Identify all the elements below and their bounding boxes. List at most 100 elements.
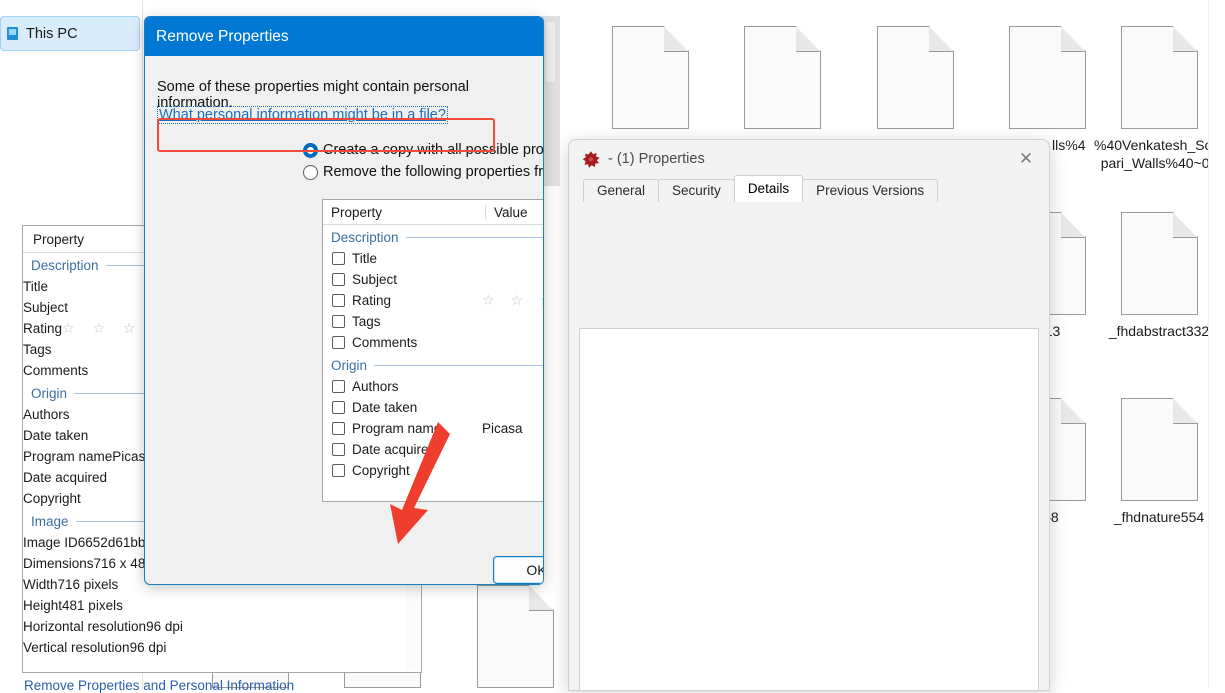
- property-checkbox[interactable]: [332, 401, 345, 414]
- file-page-icon: [1121, 26, 1198, 129]
- property-group-label: Origin: [331, 358, 367, 373]
- property-row: Horizontal resolution96 dpi: [23, 616, 421, 637]
- property-checkbox[interactable]: [332, 273, 345, 286]
- properties-titlebar[interactable]: - (1) Properties ✕: [569, 140, 1049, 178]
- property-group-header: Description: [323, 225, 544, 248]
- property-value: 481 pixels: [62, 598, 123, 613]
- property-name: Date acquired: [23, 470, 107, 485]
- property-name: Vertical resolution: [23, 640, 130, 655]
- property-group-label: Origin: [31, 386, 67, 401]
- properties-tabs[interactable]: GeneralSecurityDetailsPrevious Versions: [583, 178, 1049, 202]
- property-name: Date acquired: [352, 442, 482, 457]
- radio-remove-following[interactable]: Remove the following properties from thi…: [303, 164, 544, 180]
- sidebar-item-this-pc[interactable]: This PC: [0, 16, 140, 51]
- group-divider: [406, 237, 544, 238]
- property-row[interactable]: Rating☆ ☆ ☆ ☆ ☆: [323, 290, 544, 311]
- file-page-icon: [1121, 398, 1198, 501]
- property-value: 96 dpi: [146, 619, 183, 634]
- removable-rows-container: DescriptionTitleSubjectRating☆ ☆ ☆ ☆ ☆Ta…: [323, 225, 544, 481]
- file-tile-label: %40Venkatesh_Sompari_Walls%40~06: [1093, 136, 1225, 172]
- property-row[interactable]: Date taken: [323, 397, 544, 418]
- property-name: Date taken: [23, 428, 88, 443]
- file-page-icon: [1121, 212, 1198, 315]
- property-name: Tags: [352, 314, 482, 329]
- sidebar-item-label: This PC: [26, 26, 78, 42]
- property-name: Comments: [352, 335, 482, 350]
- radio-create-copy-indicator[interactable]: [303, 143, 318, 158]
- ok-button[interactable]: OK: [493, 556, 544, 584]
- property-checkbox[interactable]: [332, 380, 345, 393]
- file-tile[interactable]: [716, 26, 848, 136]
- property-group-label: Description: [31, 258, 99, 273]
- property-name: Authors: [352, 379, 482, 394]
- property-row[interactable]: Authors: [323, 376, 544, 397]
- properties-window[interactable]: - (1) Properties ✕ GeneralSecurityDetail…: [568, 139, 1050, 691]
- property-name: Tags: [23, 342, 52, 357]
- property-name: Program name: [352, 421, 482, 436]
- radio-create-copy[interactable]: Create a copy with all possible properti…: [303, 142, 544, 158]
- file-page-icon: [477, 585, 554, 688]
- remove-properties-dialog[interactable]: Remove Properties Some of these properti…: [144, 16, 544, 585]
- close-icon[interactable]: ✕: [1003, 140, 1049, 178]
- property-row[interactable]: Comments: [323, 332, 544, 353]
- property-row[interactable]: Date acquired: [323, 439, 544, 460]
- property-value: 716 pixels: [58, 577, 119, 592]
- property-group-label: Image: [31, 514, 69, 529]
- file-tile-label: _fhdnature554: [1093, 508, 1225, 526]
- property-checkbox[interactable]: [332, 252, 345, 265]
- tab-general[interactable]: General: [583, 179, 659, 202]
- property-row[interactable]: Subject: [323, 269, 544, 290]
- file-tile[interactable]: _fhdabstract332: [1093, 212, 1225, 340]
- explorer-vertical-scrollbar[interactable]: [1208, 0, 1225, 689]
- property-name: Comments: [23, 363, 88, 378]
- property-row[interactable]: Tags: [323, 311, 544, 332]
- file-tile-label: _fhdabstract332: [1093, 322, 1225, 340]
- radio-remove-following-label: Remove the following properties from thi…: [323, 164, 544, 180]
- property-checkbox[interactable]: [332, 315, 345, 328]
- file-tile[interactable]: [849, 26, 981, 136]
- file-tile[interactable]: _fhdnature554: [1093, 398, 1225, 526]
- property-name: Title: [352, 251, 482, 266]
- remove-properties-link[interactable]: Remove Properties and Personal Informati…: [24, 678, 294, 693]
- what-personal-information-link[interactable]: What personal information might be in a …: [157, 106, 448, 124]
- property-row[interactable]: Program namePicasa: [323, 418, 544, 439]
- removable-properties-list[interactable]: Property Value DescriptionTitleSubjectRa…: [322, 199, 544, 502]
- property-name: Dimensions: [23, 556, 94, 571]
- property-checkbox[interactable]: [332, 336, 345, 349]
- explorer-list-scrollbar-thumb[interactable]: [546, 22, 555, 82]
- property-name: Date taken: [352, 400, 482, 415]
- property-row: Vertical resolution96 dpi: [23, 637, 421, 658]
- rating-stars: ☆ ☆ ☆ ☆ ☆: [482, 292, 544, 309]
- property-checkbox[interactable]: [332, 422, 345, 435]
- property-name: Rating: [23, 321, 62, 336]
- property-checkbox[interactable]: [332, 294, 345, 307]
- remove-properties-title: Remove Properties: [145, 17, 543, 56]
- property-name: Copyright: [352, 463, 482, 478]
- tab-details[interactable]: Details: [734, 175, 803, 202]
- property-name: Authors: [23, 407, 70, 422]
- group-divider: [374, 365, 544, 366]
- property-value: 96 dpi: [130, 640, 167, 655]
- properties-window-title: - (1) Properties: [608, 151, 705, 167]
- property-row[interactable]: Title: [323, 248, 544, 269]
- property-checkbox[interactable]: [332, 443, 345, 456]
- file-page-icon: [877, 26, 954, 129]
- file-tile[interactable]: [449, 585, 581, 689]
- radio-remove-following-indicator[interactable]: [303, 165, 318, 180]
- property-name: Subject: [23, 300, 68, 315]
- property-name: Horizontal resolution: [23, 619, 146, 634]
- picasa-app-icon: [581, 149, 601, 169]
- property-name: Height: [23, 598, 62, 613]
- this-pc-icon: [7, 27, 18, 40]
- tab-previous-versions[interactable]: Previous Versions: [802, 179, 938, 202]
- property-name: Image ID: [23, 535, 78, 550]
- property-row[interactable]: Copyright: [323, 460, 544, 481]
- file-tile[interactable]: [584, 26, 716, 136]
- property-name: Program name: [23, 449, 112, 464]
- removable-col-property: Property: [323, 205, 486, 220]
- file-tile[interactable]: %40Venkatesh_Sompari_Walls%40~06: [1093, 26, 1225, 172]
- property-checkbox[interactable]: [332, 464, 345, 477]
- properties-tab-panel: [579, 328, 1039, 690]
- property-name: Rating: [352, 293, 482, 308]
- tab-security[interactable]: Security: [658, 179, 735, 202]
